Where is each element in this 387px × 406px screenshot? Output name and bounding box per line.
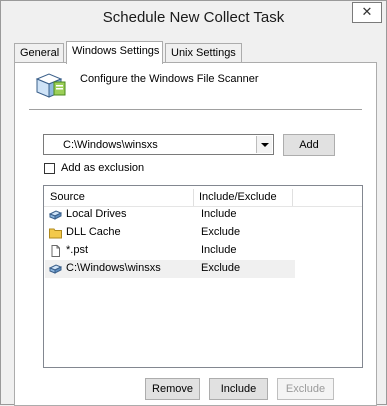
drive-icon bbox=[49, 210, 62, 220]
chevron-down-icon[interactable] bbox=[256, 136, 272, 153]
list-item-mode: Include bbox=[201, 208, 237, 220]
drive-icon bbox=[49, 264, 62, 274]
tab-unix-settings[interactable]: Unix Settings bbox=[165, 43, 242, 63]
tab-general[interactable]: General bbox=[14, 43, 64, 63]
list-item-mode: Exclude bbox=[201, 262, 241, 274]
column-header-source[interactable]: Source bbox=[45, 189, 194, 206]
list-item-mode: Exclude bbox=[201, 226, 241, 238]
exclude-button[interactable]: Exclude bbox=[277, 378, 334, 400]
list-item-source: DLL Cache bbox=[66, 226, 121, 238]
list-item[interactable]: C:\Windows\winsxs Exclude bbox=[45, 260, 295, 278]
path-combobox[interactable]: C:\Windows\winsxs bbox=[43, 134, 274, 155]
tab-windows-settings[interactable]: Windows Settings bbox=[66, 41, 163, 64]
path-value: C:\Windows\winsxs bbox=[63, 139, 158, 151]
list-item[interactable]: Local Drives Include bbox=[45, 206, 295, 224]
include-button[interactable]: Include bbox=[209, 378, 268, 400]
list-item-mode: Include bbox=[201, 244, 237, 256]
remove-button[interactable]: Remove bbox=[145, 378, 200, 400]
list-item-source: *.pst bbox=[66, 244, 89, 256]
file-icon bbox=[51, 245, 60, 257]
list-item[interactable]: DLL Cache Exclude bbox=[45, 224, 295, 242]
exclusion-label: Add as exclusion bbox=[61, 162, 145, 174]
list-item-source: C:\Windows\winsxs bbox=[66, 262, 161, 274]
list-item[interactable]: *.pst Include bbox=[45, 242, 295, 260]
source-list[interactable]: Source Include/Exclude Local Drives Incl… bbox=[43, 185, 363, 368]
add-button[interactable]: Add bbox=[283, 134, 335, 156]
window-title: Schedule New Collect Task bbox=[102, 9, 285, 26]
exclusion-checkbox[interactable] bbox=[44, 163, 55, 174]
header-text: Configure the Windows File Scanner bbox=[80, 73, 259, 85]
list-item-source: Local Drives bbox=[66, 208, 127, 220]
close-icon: ✕ bbox=[361, 4, 373, 19]
title-bar: Schedule New Collect Task ✕ bbox=[1, 1, 386, 35]
column-header-include-exclude[interactable]: Include/Exclude bbox=[194, 189, 293, 206]
header-divider bbox=[29, 109, 362, 110]
dialog-window: Schedule New Collect Task ✕ General Wind… bbox=[0, 0, 387, 406]
close-button[interactable]: ✕ bbox=[352, 2, 382, 23]
file-scanner-icon bbox=[35, 73, 66, 98]
folder-icon bbox=[49, 228, 62, 239]
